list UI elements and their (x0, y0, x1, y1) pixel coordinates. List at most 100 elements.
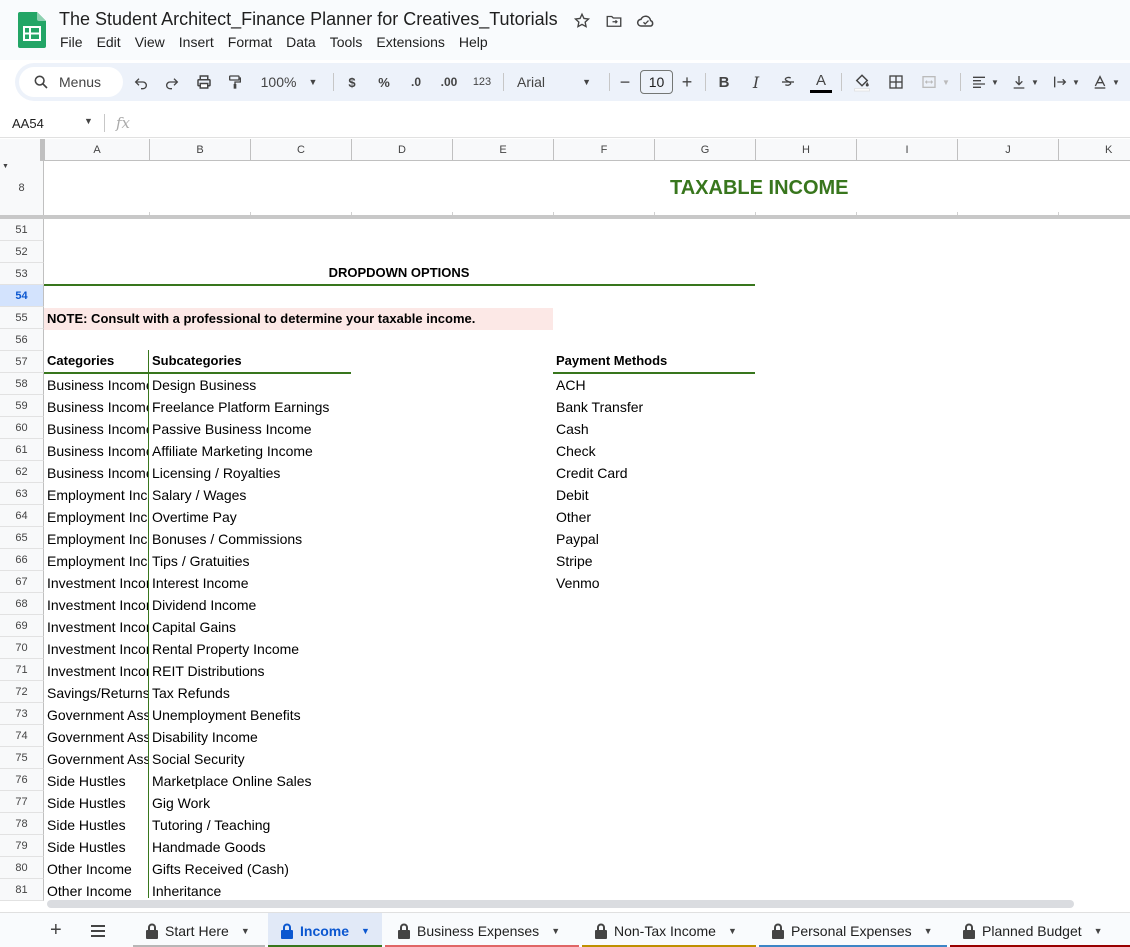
subcategory-cell[interactable]: Handmade Goods (152, 836, 352, 858)
category-cell[interactable]: Other Income (47, 858, 148, 880)
row-header-77[interactable]: 77 (0, 791, 44, 813)
borders-icon[interactable] (884, 63, 908, 101)
category-cell[interactable]: Employment Income (47, 506, 148, 528)
more-formats-button[interactable]: 123 (470, 63, 494, 101)
menu-format[interactable]: Format (228, 34, 272, 50)
row-header-78[interactable]: 78 (0, 813, 44, 835)
subcategory-cell[interactable]: Gig Work (152, 792, 352, 814)
menu-data[interactable]: Data (286, 34, 316, 50)
subcategory-cell[interactable]: Passive Business Income (152, 418, 352, 440)
category-cell[interactable]: Business Income (47, 374, 148, 396)
horizontal-align-icon[interactable]: ▼ (967, 63, 1003, 101)
categories-header[interactable]: Categories (47, 350, 114, 372)
column-header-d[interactable]: D (351, 139, 452, 161)
row-header-79[interactable]: 79 (0, 835, 44, 857)
zoom-select[interactable]: 100% ▼ (258, 63, 320, 101)
row-header-73[interactable]: 73 (0, 703, 44, 725)
category-cell[interactable]: Business Income (47, 462, 148, 484)
row-header-75[interactable]: 75 (0, 747, 44, 769)
column-header-g[interactable]: G (654, 139, 755, 161)
redo-icon[interactable] (160, 63, 184, 101)
row-header-81[interactable]: 81 (0, 879, 44, 901)
increase-font-size-icon[interactable]: + (677, 63, 697, 101)
category-cell[interactable]: Savings/Returns (47, 682, 148, 704)
select-all-corner[interactable] (0, 139, 44, 161)
subcategory-cell[interactable]: Marketplace Online Sales (152, 770, 352, 792)
sheet-tab-planned-budget[interactable]: Planned Budget ▼ (950, 913, 1130, 947)
menu-help[interactable]: Help (459, 34, 488, 50)
chevron-down-icon[interactable]: ▼ (551, 926, 560, 936)
category-cell[interactable]: Business Income (47, 440, 148, 462)
menus-search-button[interactable]: Menus (19, 67, 123, 97)
row-header-71[interactable]: 71 (0, 659, 44, 681)
row-header-8[interactable]: ▼ 8 (0, 161, 44, 215)
chevron-down-icon[interactable]: ▼ (241, 926, 250, 936)
row-header-54[interactable]: 54 (0, 285, 44, 307)
subcategory-cell[interactable]: Design Business (152, 374, 352, 396)
column-header-h[interactable]: H (755, 139, 856, 161)
row-header-70[interactable]: 70 (0, 637, 44, 659)
row-header-61[interactable]: 61 (0, 439, 44, 461)
subcategory-cell[interactable]: Gifts Received (Cash) (152, 858, 352, 880)
strikethrough-icon[interactable] (776, 63, 800, 101)
subcategory-cell[interactable]: Interest Income (152, 572, 352, 594)
merge-cells-icon[interactable]: ▼ (916, 63, 954, 101)
menu-view[interactable]: View (135, 34, 165, 50)
category-cell[interactable]: Government Assistance (47, 704, 148, 726)
fill-color-icon[interactable] (850, 63, 874, 101)
menu-tools[interactable]: Tools (330, 34, 363, 50)
category-cell[interactable]: Side Hustles (47, 770, 148, 792)
category-cell[interactable]: Employment Income (47, 528, 148, 550)
menu-edit[interactable]: Edit (97, 34, 121, 50)
document-title[interactable]: The Student Architect_Finance Planner fo… (59, 9, 558, 30)
subcategory-cell[interactable]: Disability Income (152, 726, 352, 748)
menu-insert[interactable]: Insert (179, 34, 214, 50)
row-header-60[interactable]: 60 (0, 417, 44, 439)
category-cell[interactable]: Business Income (47, 418, 148, 440)
star-icon[interactable] (572, 11, 592, 31)
subcategory-cell[interactable]: Unemployment Benefits (152, 704, 352, 726)
payment-method-cell[interactable]: Debit (556, 484, 746, 506)
dropdown-options-heading[interactable]: DROPDOWN OPTIONS (44, 262, 754, 284)
italic-button[interactable]: I (744, 63, 768, 101)
sheet-tab-income[interactable]: Income ▼ (268, 913, 382, 947)
category-cell[interactable]: Government Assistance (47, 726, 148, 748)
sheet-tab-non-tax-income[interactable]: Non-Tax Income ▼ (582, 913, 756, 947)
payment-method-cell[interactable]: Bank Transfer (556, 396, 746, 418)
subcategory-cell[interactable]: Capital Gains (152, 616, 352, 638)
currency-format-button[interactable]: $ (342, 63, 362, 101)
row-header-57[interactable]: 57 (0, 351, 44, 373)
payment-method-cell[interactable]: Stripe (556, 550, 746, 572)
row-header-53[interactable]: 53 (0, 263, 44, 285)
subcategory-cell[interactable]: Dividend Income (152, 594, 352, 616)
sheet-title[interactable]: TAXABLE INCOME (670, 177, 849, 200)
formula-input[interactable] (140, 112, 1120, 134)
row-header-66[interactable]: 66 (0, 549, 44, 571)
row-header-67[interactable]: 67 (0, 571, 44, 593)
subcategory-cell[interactable]: Tutoring / Teaching (152, 814, 352, 836)
row-header-80[interactable]: 80 (0, 857, 44, 879)
payment-method-cell[interactable]: ACH (556, 374, 746, 396)
category-cell[interactable]: Employment Income (47, 484, 148, 506)
sheet-tab-business-expenses[interactable]: Business Expenses ▼ (385, 913, 579, 947)
payment-methods-header[interactable]: Payment Methods (556, 350, 667, 372)
row-header-62[interactable]: 62 (0, 461, 44, 483)
subcategories-header[interactable]: Subcategories (152, 350, 242, 372)
chevron-down-icon[interactable]: ▼ (84, 116, 93, 126)
chevron-down-icon[interactable]: ▼ (728, 926, 737, 936)
undo-icon[interactable] (129, 63, 153, 101)
subcategory-cell[interactable]: Tips / Gratuities (152, 550, 352, 572)
category-cell[interactable]: Employment Income (47, 550, 148, 572)
payment-method-cell[interactable]: Other (556, 506, 746, 528)
category-cell[interactable]: Side Hustles (47, 792, 148, 814)
font-size-input[interactable]: 10 (640, 70, 673, 94)
row-header-59[interactable]: 59 (0, 395, 44, 417)
chevron-down-icon[interactable]: ▼ (361, 926, 370, 936)
freeze-divider[interactable] (0, 215, 1130, 219)
row-header-68[interactable]: 68 (0, 593, 44, 615)
row-header-51[interactable]: 51 (0, 219, 44, 241)
category-cell[interactable]: Investment Income (47, 572, 148, 594)
row-header-72[interactable]: 72 (0, 681, 44, 703)
row-header-65[interactable]: 65 (0, 527, 44, 549)
subcategory-cell[interactable]: Social Security (152, 748, 352, 770)
